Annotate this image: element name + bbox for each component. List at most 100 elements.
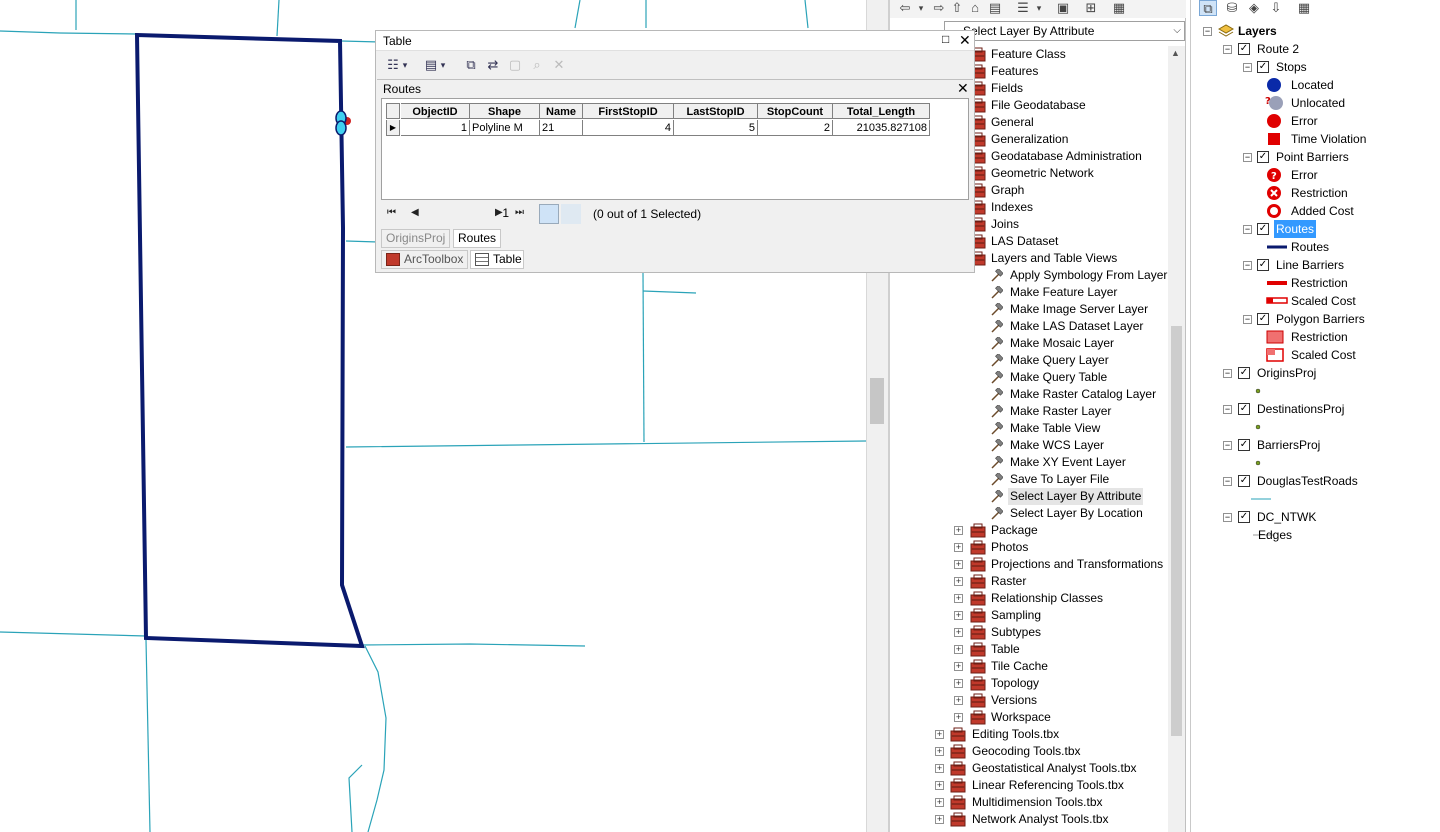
layer-item[interactable]: − ✓ BarriersProj (1191, 436, 1440, 454)
tool-item[interactable]: Make XY Event Layer (890, 454, 1168, 471)
collapse-icon[interactable]: − (1203, 27, 1212, 36)
tool-item[interactable]: Make WCS Layer (890, 437, 1168, 454)
layer-visibility-checkbox[interactable]: ✓ (1238, 367, 1250, 379)
chevron-down-icon[interactable]: ▾ (400, 56, 410, 74)
layer-visibility-checkbox[interactable]: ✓ (1238, 43, 1250, 55)
toolset-item[interactable]: + Subtypes (890, 624, 1168, 641)
expand-icon[interactable]: + (954, 679, 963, 688)
collapse-icon[interactable]: − (1223, 405, 1232, 414)
expand-icon[interactable]: + (935, 747, 944, 756)
column-header[interactable]: Shape (470, 103, 540, 119)
column-header[interactable]: LastStopID (674, 103, 758, 119)
layer-item[interactable]: − ✓ Point Barriers (1191, 148, 1440, 166)
collapse-icon[interactable]: − (1243, 261, 1252, 270)
toolbox-item[interactable]: + Geocoding Tools.tbx (890, 743, 1168, 760)
expand-icon[interactable]: + (935, 764, 944, 773)
layer-item[interactable]: − ✓ DestinationsProj (1191, 400, 1440, 418)
tool-item[interactable]: Make Table View (890, 420, 1168, 437)
expand-icon[interactable]: + (935, 730, 944, 739)
expand-icon[interactable]: + (954, 713, 963, 722)
toolset-item[interactable]: + Workspace (890, 709, 1168, 726)
table-window-titlebar[interactable]: Table □ ✕ (376, 31, 974, 51)
expand-icon[interactable]: + (954, 543, 963, 552)
tool-item[interactable]: Make Raster Layer (890, 403, 1168, 420)
collapse-icon[interactable]: − (1223, 513, 1232, 522)
current-record[interactable]: 1 (469, 206, 509, 220)
column-header[interactable]: Total_Length (833, 103, 930, 119)
list-by-source-icon[interactable]: ⛁ (1223, 0, 1241, 16)
table-cell[interactable]: 5 (674, 120, 758, 136)
column-header[interactable]: StopCount (758, 103, 833, 119)
scroll-up-icon[interactable]: ▲ (1171, 48, 1180, 58)
list-by-visibility-icon[interactable]: ◈ (1245, 0, 1263, 16)
zoom-to-selected-icon[interactable]: ⌕ (528, 56, 546, 74)
expand-icon[interactable]: + (954, 526, 963, 535)
layer-item[interactable]: − ✓ DC_NTWK (1191, 508, 1440, 526)
toolbox-item[interactable]: + Linear Referencing Tools.tbx (890, 777, 1168, 794)
tool-item[interactable]: Make Query Layer (890, 352, 1168, 369)
clear-selection-icon[interactable]: ▢ (506, 56, 524, 74)
close-table-icon[interactable]: ✕ (957, 80, 969, 97)
next-record-icon[interactable]: ▶ (495, 207, 503, 218)
chevron-down-icon[interactable]: ⌵ (1173, 22, 1181, 40)
show-all-records-icon[interactable] (539, 204, 559, 224)
table-cell[interactable]: 4 (583, 120, 674, 136)
dropdown-icon[interactable]: ▾ (912, 0, 930, 16)
layer-visibility-checkbox[interactable]: ✓ (1238, 475, 1250, 487)
chevron-down-icon[interactable]: ▾ (438, 56, 448, 74)
tab-originsproj[interactable]: OriginsProj (381, 229, 451, 248)
expand-icon[interactable]: + (954, 560, 963, 569)
collapse-icon[interactable]: − (1243, 225, 1252, 234)
up-folder-icon[interactable]: ⇧ (948, 0, 966, 16)
attribute-grid[interactable]: ▶ ObjectID 1 Shape Polyline M Name 21 FirstSto… (381, 98, 969, 200)
list-by-drawing-order-icon[interactable]: ⧉ (1199, 0, 1217, 16)
maximize-icon[interactable]: □ (942, 32, 954, 46)
toolbox-item[interactable]: + Geostatistical Analyst Tools.tbx (890, 760, 1168, 777)
column-header[interactable]: ObjectID (401, 103, 470, 119)
expand-icon[interactable]: + (935, 798, 944, 807)
route-line[interactable] (134, 32, 365, 649)
layer-visibility-checkbox[interactable]: ✓ (1257, 259, 1269, 271)
column-header[interactable]: FirstStopID (583, 103, 674, 119)
collapse-icon[interactable]: − (1223, 369, 1232, 378)
toolset-item[interactable]: + Topology (890, 675, 1168, 692)
toolbox-scrollbar[interactable]: ▲ (1168, 46, 1185, 832)
toolset-item[interactable]: + Photos (890, 539, 1168, 556)
table-cell[interactable]: 21035.827108 (833, 120, 930, 136)
tab-table[interactable]: Table (470, 250, 524, 269)
toolset-item[interactable]: + Versions (890, 692, 1168, 709)
tool-item[interactable]: Select Layer By Attribute (890, 488, 1168, 505)
layer-item[interactable]: − ✓ Route 2 (1191, 40, 1440, 58)
table-cell[interactable]: 2 (758, 120, 833, 136)
layer-visibility-checkbox[interactable]: ✓ (1257, 61, 1269, 73)
toolset-item[interactable]: + Sampling (890, 607, 1168, 624)
collapse-icon[interactable]: − (1243, 315, 1252, 324)
toolbox-item[interactable]: + Editing Tools.tbx (890, 726, 1168, 743)
collapse-icon[interactable]: − (1223, 45, 1232, 54)
toolbox-item[interactable]: + Multidimension Tools.tbx (890, 794, 1168, 811)
tab-arctoolbox[interactable]: ArcToolbox (381, 250, 468, 269)
select-by-attributes-icon[interactable]: ⧉ (462, 56, 480, 74)
tab-routes[interactable]: Routes (453, 229, 502, 248)
home-icon[interactable]: ⌂ (966, 0, 984, 16)
tool-item[interactable]: Make Image Server Layer (890, 301, 1168, 318)
tool-item[interactable]: Make Mosaic Layer (890, 335, 1168, 352)
tool-item[interactable]: Save To Layer File (890, 471, 1168, 488)
collapse-icon[interactable]: − (1223, 477, 1232, 486)
tool-item[interactable]: Select Layer By Location (890, 505, 1168, 522)
collapse-icon[interactable]: − (1223, 441, 1232, 450)
expand-icon[interactable]: + (954, 611, 963, 620)
layer-item[interactable]: − ✓ Polygon Barriers (1191, 310, 1440, 328)
expand-icon[interactable]: + (954, 577, 963, 586)
expand-icon[interactable]: + (954, 628, 963, 637)
layer-visibility-checkbox[interactable]: ✓ (1238, 403, 1250, 415)
layer-visibility-checkbox[interactable]: ✓ (1257, 151, 1269, 163)
stop-markers[interactable] (335, 110, 351, 136)
column-header[interactable]: Name (540, 103, 583, 119)
collapse-icon[interactable]: − (1243, 63, 1252, 72)
table-cell[interactable]: 1 (401, 120, 470, 136)
scroll-thumb[interactable] (870, 378, 884, 424)
layer-item[interactable]: − ✓ Stops (1191, 58, 1440, 76)
expand-icon[interactable]: + (935, 781, 944, 790)
tool-item[interactable]: Make LAS Dataset Layer (890, 318, 1168, 335)
